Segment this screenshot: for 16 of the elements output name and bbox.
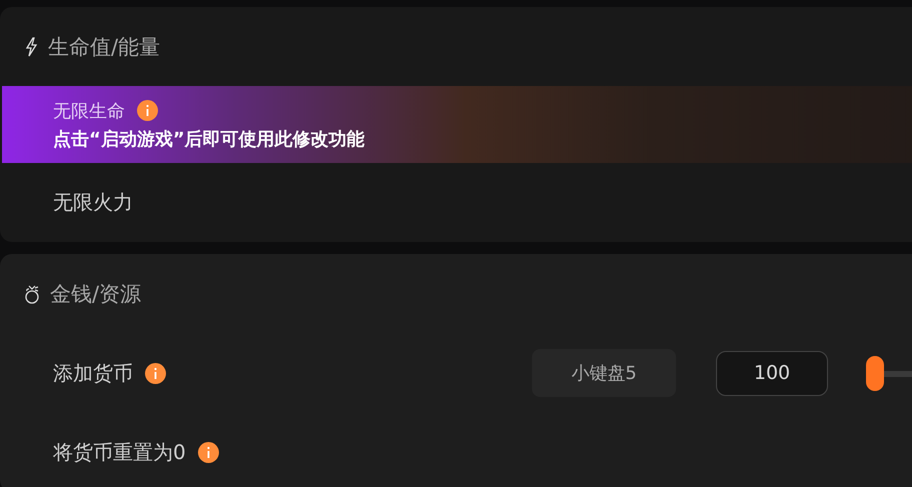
section-title: 生命值/能量 <box>48 34 160 60</box>
hint-text: 点击“启动游戏”后即可使用此修改功能 <box>53 128 365 150</box>
info-icon[interactable] <box>145 362 166 384</box>
hotkey-button[interactable]: 小键盘5 <box>532 349 676 397</box>
slider-thumb[interactable] <box>866 356 884 390</box>
info-icon[interactable] <box>198 442 219 463</box>
option-label: 无限火力 <box>53 189 133 216</box>
money-bag-icon <box>24 284 40 304</box>
highlighted-row[interactable]: 无限生命 点击“启动游戏”后即可使用此修改功能 <box>2 86 912 163</box>
info-icon[interactable] <box>137 100 158 121</box>
option-label: 添加货币 <box>53 360 133 386</box>
amount-input[interactable]: 100 <box>716 350 828 396</box>
option-label: 将货币重置为0 <box>53 439 186 466</box>
lightning-icon <box>24 36 38 56</box>
option-label: 无限生命 <box>53 100 125 122</box>
section-title: 金钱/资源 <box>50 280 142 308</box>
